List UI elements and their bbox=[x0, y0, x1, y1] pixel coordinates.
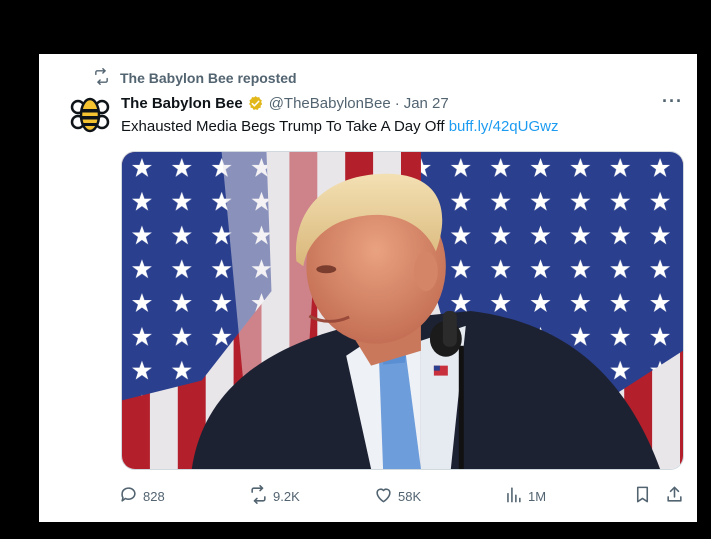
views-icon bbox=[504, 485, 523, 507]
reply-button[interactable]: 828 bbox=[119, 485, 165, 507]
repost-icon bbox=[249, 485, 268, 507]
avatar[interactable] bbox=[69, 94, 111, 136]
repost-button[interactable]: 9.2K bbox=[249, 485, 300, 507]
share-icon bbox=[665, 485, 684, 507]
author-handle[interactable]: @TheBabylonBee bbox=[269, 95, 391, 112]
repost-count: 9.2K bbox=[273, 488, 300, 504]
views-count: 1M bbox=[528, 488, 547, 504]
tweet-link[interactable]: buff.ly/42qUGwz bbox=[449, 118, 559, 135]
like-count: 58K bbox=[398, 488, 422, 504]
tweet-header: The Babylon Bee @TheBabylonBee · Jan 27 … bbox=[121, 91, 683, 113]
author-name[interactable]: The Babylon Bee bbox=[121, 95, 243, 112]
more-icon[interactable]: ··· bbox=[662, 91, 683, 112]
reply-icon bbox=[119, 485, 138, 507]
meta-separator: · bbox=[394, 94, 400, 112]
like-button[interactable]: 58K bbox=[374, 485, 421, 507]
like-icon bbox=[374, 485, 393, 507]
tweet-photo[interactable] bbox=[121, 151, 684, 470]
repost-banner-text[interactable]: The Babylon Bee reposted bbox=[120, 70, 297, 86]
tweet-card[interactable]: The Babylon Bee reposted The Babylon Bee… bbox=[39, 54, 697, 522]
babylon-bee-logo bbox=[70, 97, 110, 133]
views-button[interactable]: 1M bbox=[504, 485, 546, 507]
action-bar: 828 9.2K 58K 1M bbox=[119, 484, 687, 508]
bookmark-button[interactable] bbox=[633, 485, 652, 507]
verified-badge-icon bbox=[247, 95, 264, 112]
repost-banner: The Babylon Bee reposted bbox=[93, 68, 297, 88]
share-button[interactable] bbox=[665, 485, 684, 507]
bookmark-icon bbox=[633, 485, 652, 507]
tweet-body: Exhausted Media Begs Trump To Take A Day… bbox=[121, 118, 449, 135]
repost-icon bbox=[93, 68, 110, 88]
tweet-date[interactable]: Jan 27 bbox=[404, 95, 449, 112]
reply-count: 828 bbox=[143, 488, 165, 504]
tweet-text: Exhausted Media Begs Trump To Take A Day… bbox=[121, 117, 683, 137]
